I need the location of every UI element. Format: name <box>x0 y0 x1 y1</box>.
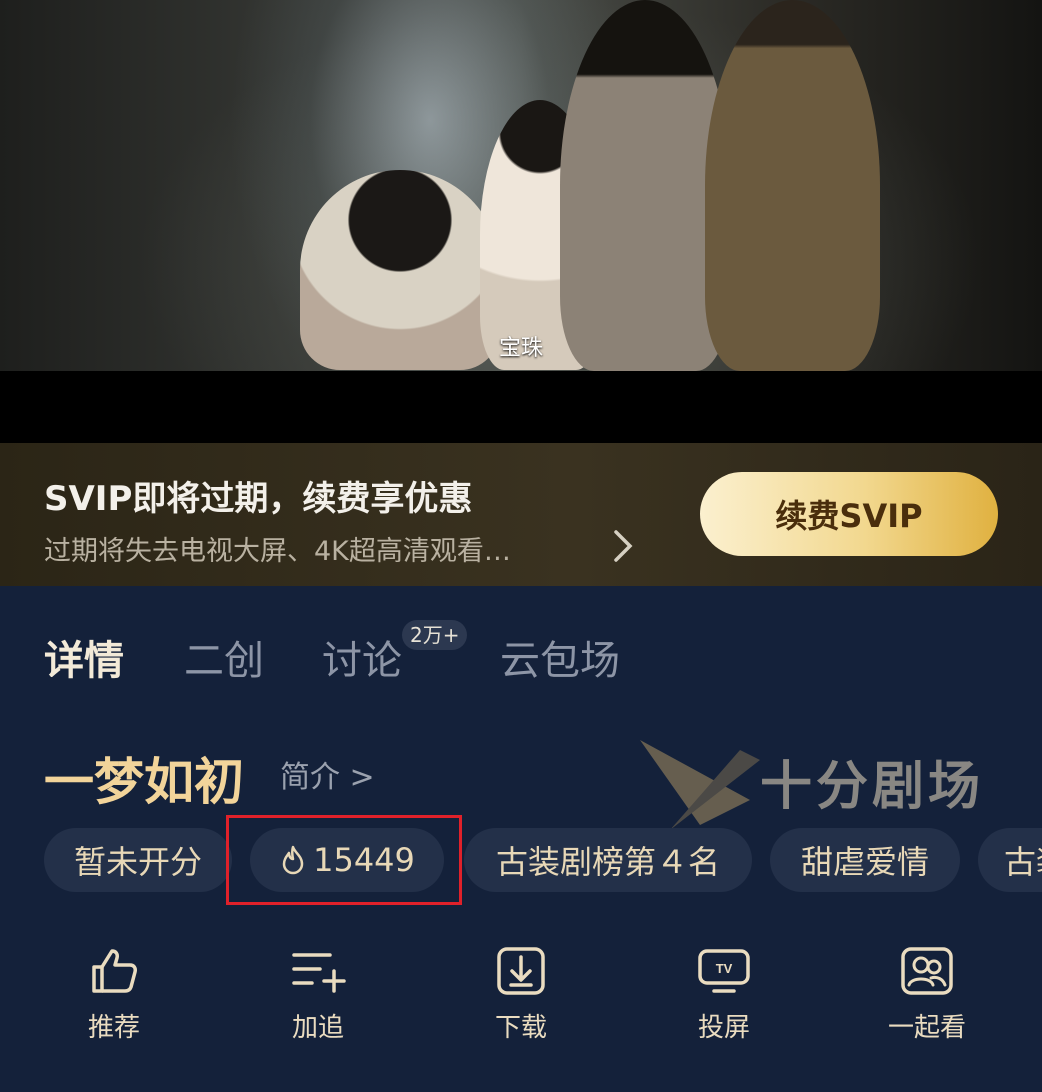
tv-cast-icon: TV <box>698 949 750 993</box>
promo-title: SVIP即将过期，续费享优惠 <box>44 479 473 519</box>
video-subtitle: 宝珠 <box>498 336 543 361</box>
rating-tag[interactable]: 暂未开分 <box>44 828 232 892</box>
recommend-button[interactable]: 推荐 <box>44 945 184 1044</box>
cast-label: 投屏 <box>697 1013 750 1043</box>
tab-discussion[interactable]: 讨论 <box>322 628 402 686</box>
action-bar: 推荐 加追 下载 TV 投屏 一起看 <box>0 945 1042 1055</box>
watch-together-button[interactable]: 一起看 <box>857 945 997 1044</box>
add-list-icon <box>292 953 346 993</box>
cast-button[interactable]: TV 投屏 <box>654 945 794 1044</box>
discussion-count-badge: 2万+ <box>402 620 468 650</box>
scene-figure-man <box>705 0 880 371</box>
follow-label: 加追 <box>291 1013 344 1043</box>
intro-link[interactable]: 简介 > <box>280 752 375 796</box>
watch-together-icon <box>901 947 953 995</box>
video-frame <box>0 0 1042 371</box>
genre-tag[interactable]: 甜虐爱情 <box>770 828 960 892</box>
genre-label: 甜虐爱情 <box>800 843 929 881</box>
ranking-tag[interactable]: 古装剧榜第４名 <box>464 828 752 892</box>
show-title: 一梦如初 <box>44 753 244 811</box>
genre-label-2: 古装 <box>1004 843 1042 881</box>
recommend-label: 推荐 <box>87 1013 140 1043</box>
download-label: 下载 <box>494 1013 547 1043</box>
thumbs-up-icon <box>92 949 137 993</box>
download-icon <box>497 947 545 995</box>
promo-subtitle: 过期将失去电视大屏、4K超高清观看… <box>44 536 511 567</box>
chevron-right-icon[interactable] <box>612 529 634 571</box>
download-button[interactable]: 下载 <box>451 945 591 1044</box>
watermark-text: 十分剧场 <box>760 757 985 817</box>
watch-together-label: 一起看 <box>887 1013 966 1043</box>
tab-details[interactable]: 详情 <box>44 628 124 686</box>
tab-cloud-screening[interactable]: 云包场 <box>500 628 620 686</box>
svg-text:TV: TV <box>716 961 733 976</box>
rating-label: 暂未开分 <box>73 843 202 881</box>
tab-fan-creations[interactable]: 二创 <box>184 628 264 686</box>
highlight-annotation-box <box>226 815 462 905</box>
renew-svip-button[interactable]: 续费SVIP <box>700 472 998 556</box>
follow-button[interactable]: 加追 <box>248 945 388 1044</box>
ranking-label: 古装剧榜第４名 <box>495 843 720 881</box>
video-player[interactable]: 宝珠 <box>0 0 1042 443</box>
genre-tag-2[interactable]: 古装 <box>978 828 1042 892</box>
